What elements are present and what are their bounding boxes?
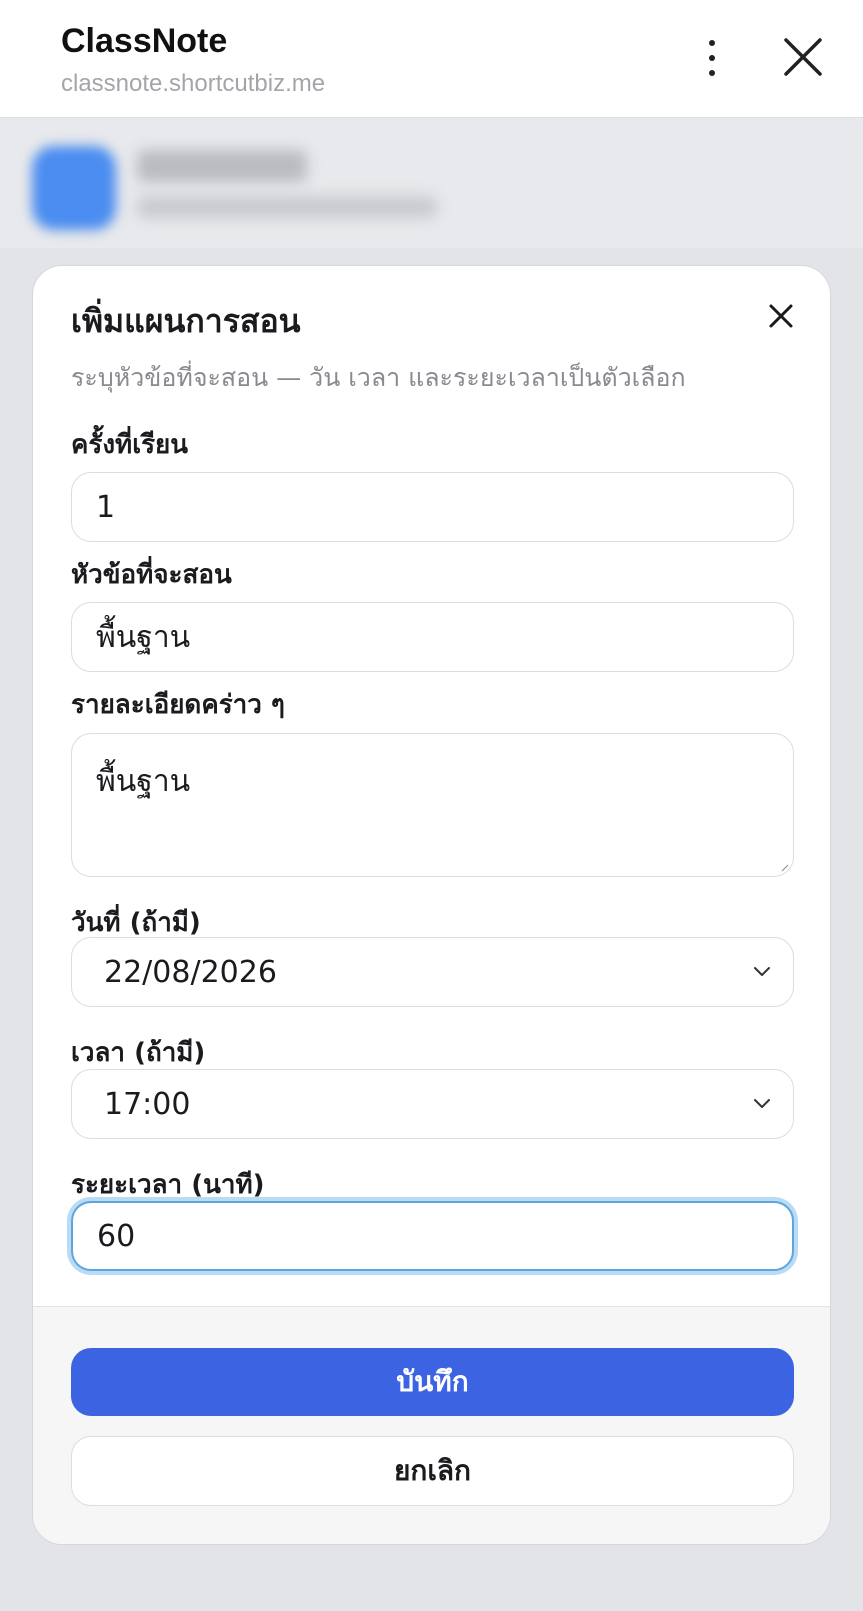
close-icon[interactable] [782,36,824,78]
cancel-button[interactable]: ยกเลิก [71,1436,794,1506]
duration-value: 60 [97,1218,136,1254]
detail-textarea[interactable]: พื้นฐาน [71,733,794,877]
duration-label: ระยะเวลา (นาที) [71,1170,265,1200]
dialog-title: เพิ่มแผนการสอน [71,302,301,340]
chevron-down-icon [754,1099,770,1108]
blurred-app-subtitle [137,196,437,218]
browser-topbar: ClassNote classnote.shortcutbiz.me [0,0,863,118]
topic-input[interactable]: พื้นฐาน [71,602,794,672]
topic-label: หัวข้อที่จะสอน [71,560,232,590]
save-button[interactable]: บันทึก [71,1348,794,1416]
dialog-footer [33,1306,830,1544]
date-picker[interactable]: 22/08/2026 [71,937,794,1007]
dialog-subtitle: ระบุหัวข้อที่จะสอน — วัน เวลา และระยะเวล… [71,363,686,392]
time-value: 17:00 [104,1086,191,1122]
blurred-app-name [137,150,307,182]
date-value: 22/08/2026 [104,954,277,990]
duration-input[interactable]: 60 [71,1201,794,1271]
resize-handle-icon[interactable] [781,864,789,872]
close-icon[interactable] [767,302,795,330]
backdrop-app-header [0,118,863,248]
app-title: ClassNote [61,22,228,60]
detail-value: พื้นฐาน [96,764,191,799]
session-label: ครั้งที่เรียน [71,430,189,460]
app-avatar [32,146,116,230]
session-input[interactable]: 1 [71,472,794,542]
more-vertical-icon[interactable] [690,36,734,80]
time-label: เวลา (ถ้ามี) [71,1038,206,1068]
add-lesson-plan-dialog: เพิ่มแผนการสอน ระบุหัวข้อที่จะสอน — วัน … [32,265,831,1545]
chevron-down-icon [754,967,770,976]
topic-value: พื้นฐาน [96,619,191,655]
time-picker[interactable]: 17:00 [71,1069,794,1139]
detail-label: รายละเอียดคร่าว ๆ [71,690,285,720]
session-value: 1 [96,489,116,525]
app-url: classnote.shortcutbiz.me [61,70,326,97]
